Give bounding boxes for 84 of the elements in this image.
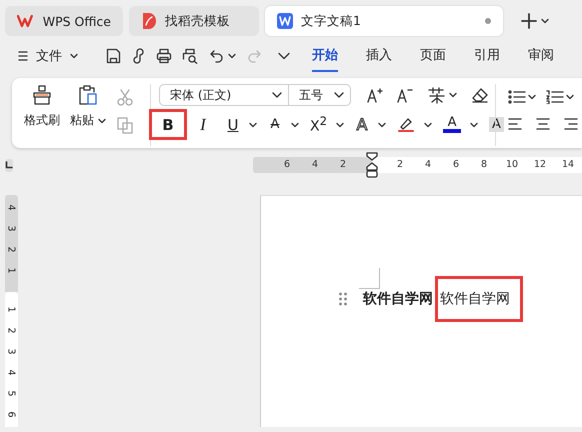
shrink-font-icon[interactable] [397,87,413,103]
numbered-list-icon[interactable] [546,90,564,104]
caret-icon [528,94,536,100]
link-icon[interactable] [131,48,146,64]
font-size-select[interactable]: 五号 [289,84,351,106]
ribbon-tab[interactable]: 页面 [420,40,446,72]
caret-icon [566,94,574,100]
caret-icon [541,18,549,24]
bold-button[interactable]: B [149,109,187,140]
phonetic-guide-icon[interactable] [427,86,447,104]
strikethrough-button[interactable]: A [261,109,289,140]
ruler-number: 2 [6,327,17,334]
menu-icon[interactable] [18,50,28,62]
margin-corner-mark [359,268,380,289]
ruler-number: 6 [282,158,292,172]
format-painter-button[interactable]: 格式刷 [24,112,60,129]
font-color-button[interactable]: A [436,109,468,140]
caret-icon [272,92,282,98]
align-left-icon[interactable] [508,118,522,130]
paste-button[interactable]: 粘贴 [70,112,106,129]
ruler-number: 6 [6,411,17,418]
ruler-number: 2 [396,158,404,172]
ruler-number: 4 [6,369,17,376]
superscript-button[interactable]: X$^{2}$ [303,109,334,140]
text-effect-button[interactable]: A [348,109,376,140]
ruler-number: 8 [480,158,488,172]
caret-icon [424,122,432,128]
ribbon-tab[interactable]: 引用 [474,40,500,72]
ruler-number: 4 [310,158,320,172]
ribbon-tab[interactable]: 开始 [312,40,338,72]
indent-marker-icon[interactable] [365,152,379,180]
print-icon[interactable] [156,48,172,64]
ribbon-tab[interactable]: 插入 [366,40,392,72]
document-tab[interactable]: WPS Office [5,6,123,36]
format-painter-icon[interactable] [31,84,53,106]
writer-logo-icon [277,13,293,29]
bullet-list-icon[interactable] [508,90,526,104]
undo-icon[interactable] [209,48,225,64]
document-tab[interactable]: 文字文稿1 [265,6,503,36]
ruler-number: 4 [424,158,432,172]
ruler-number: 10 [504,158,520,172]
caret-icon [336,122,344,128]
ruler-number: 6 [452,158,460,172]
eraser-icon[interactable] [471,87,489,103]
more-icon[interactable] [278,52,290,60]
wps-logo-icon [17,14,35,28]
tab-stop-icon[interactable] [5,161,13,169]
file-menu[interactable]: 文件 [36,47,62,65]
align-center-icon[interactable] [536,118,550,130]
drag-handle-icon[interactable] [339,292,347,306]
caret-icon [98,118,106,124]
highlighter-icon [397,116,416,134]
font-name-select[interactable]: 宋体 (正文) [159,84,289,106]
caret-icon [228,53,236,59]
ruler-number: 5 [6,390,17,397]
docer-logo-icon [141,12,157,30]
ruler-number: 3 [6,225,17,232]
ruler-number: 3 [6,348,17,355]
caret-icon [449,92,457,98]
caret-icon [378,122,386,128]
document-tab[interactable]: 找稻壳模板 [129,6,259,36]
ruler-number: 2 [6,246,17,253]
caret-icon [249,122,257,128]
document-text: 软件自学网 [435,276,523,322]
grow-font-icon[interactable] [367,87,383,103]
underline-button[interactable]: U [219,109,247,140]
ruler-number: 4 [6,204,17,211]
ruler-number: 2 [338,158,348,172]
ruler-number: 12 [532,158,548,172]
caret-icon [291,122,299,128]
italic-button[interactable]: I [189,109,217,140]
caret-icon [334,92,344,98]
ribbon-tab[interactable]: 审阅 [528,40,554,72]
ruler-number: 1 [6,306,17,313]
paste-icon[interactable] [76,84,99,106]
align-right-icon[interactable] [564,118,578,130]
caret-icon [470,122,478,128]
new-tab-icon[interactable] [521,13,537,29]
ruler-number: 1 [6,267,17,274]
document-text: 软件自学网 [363,290,434,308]
caret-icon [70,53,78,59]
ruler-number: 14 [560,158,576,172]
save-icon[interactable] [106,48,121,64]
print-preview-icon[interactable] [182,48,199,64]
